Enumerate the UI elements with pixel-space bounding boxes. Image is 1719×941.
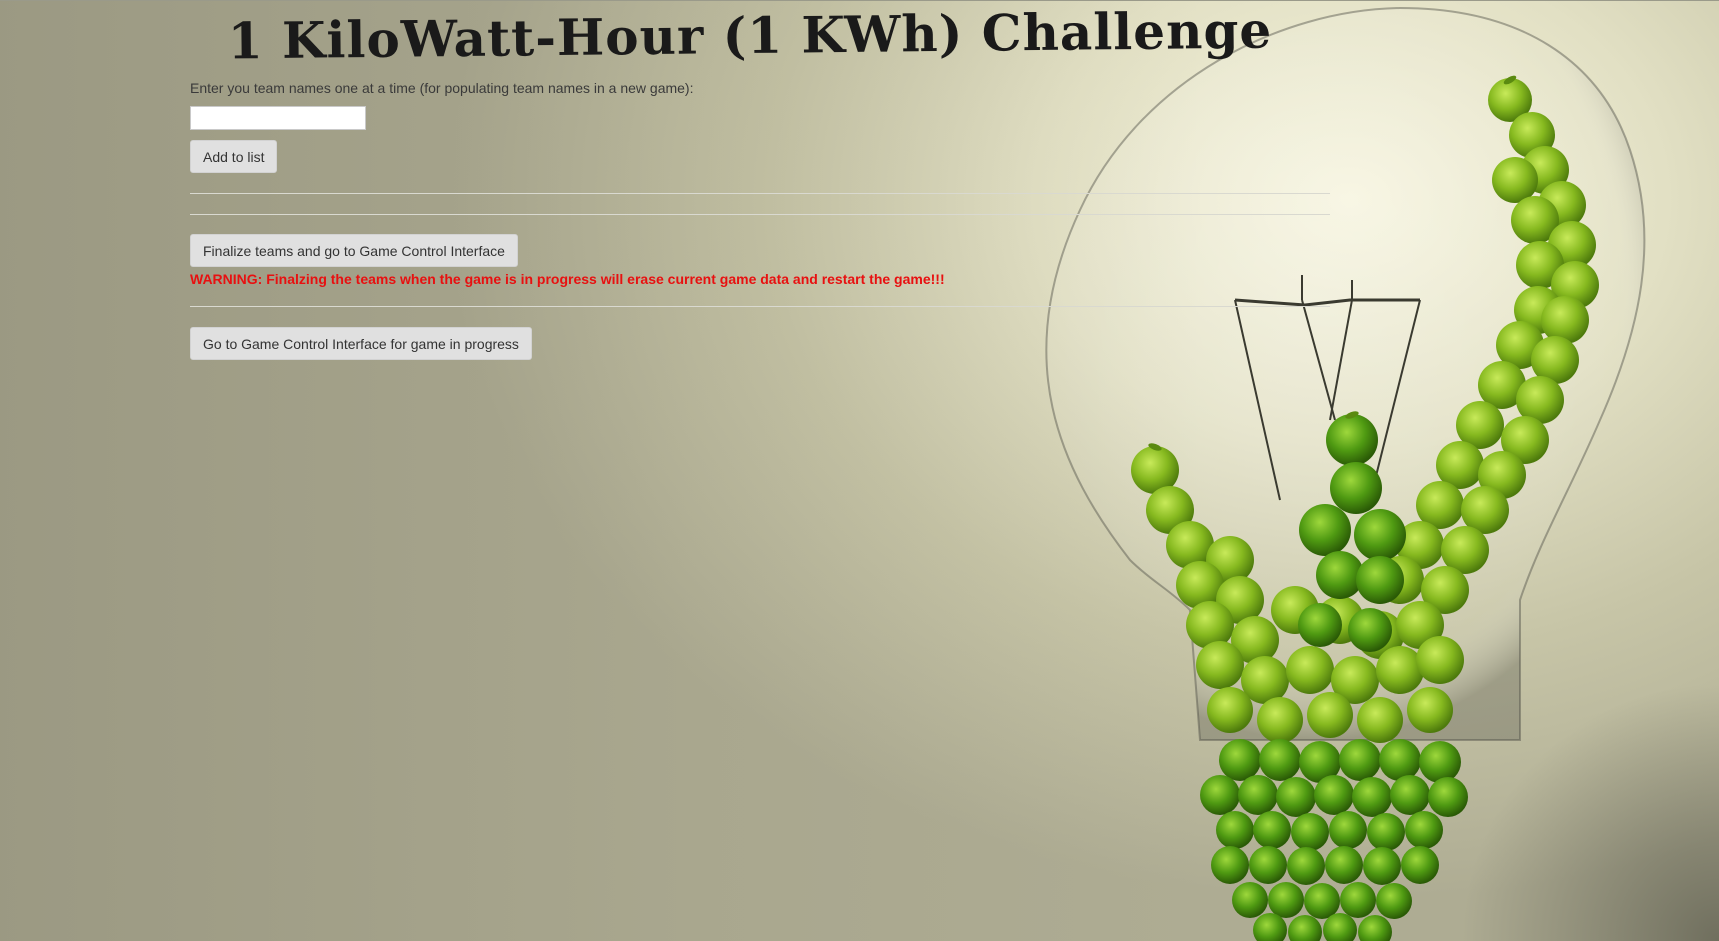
team-setup-panel: Enter you team names one at a time (for … — [190, 78, 1340, 360]
team-name-input[interactable] — [190, 106, 366, 130]
add-to-list-button[interactable]: Add to list — [190, 140, 278, 173]
finalize-warning-text: WARNING: Finalzing the teams when the ga… — [190, 271, 945, 287]
divider — [190, 214, 1330, 215]
game-in-progress-button[interactable]: Go to Game Control Interface for game in… — [190, 327, 532, 360]
finalize-teams-button[interactable]: Finalize teams and go to Game Control In… — [190, 234, 518, 267]
team-entry-instructions: Enter you team names one at a time (for … — [190, 80, 694, 96]
divider — [190, 306, 1330, 307]
divider — [190, 193, 1330, 194]
